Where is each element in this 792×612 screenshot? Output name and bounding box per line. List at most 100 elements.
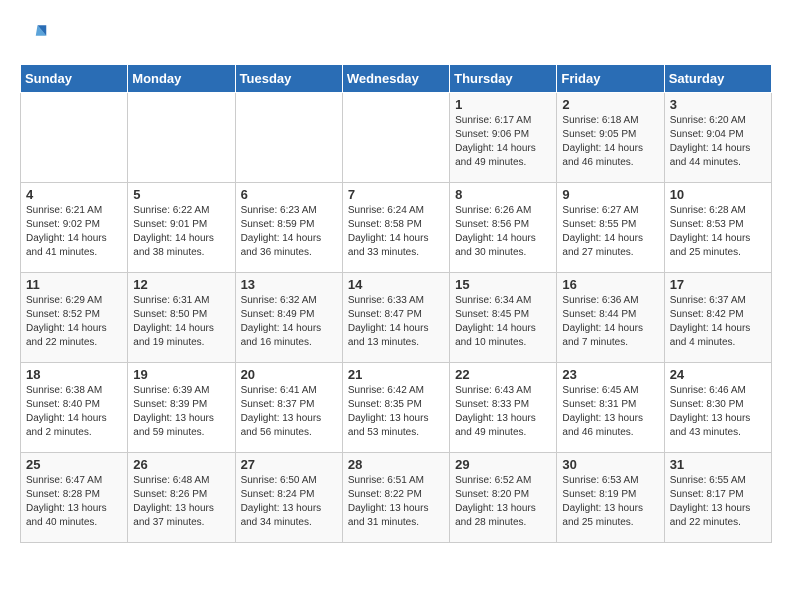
calendar-cell: 9 Sunrise: 6:27 AM Sunset: 8:55 PM Daylig… xyxy=(557,183,664,273)
weekday-header-thursday: Thursday xyxy=(450,65,557,93)
weekday-header-sunday: Sunday xyxy=(21,65,128,93)
cell-info: Sunrise: 6:46 AM Sunset: 8:30 PM Dayligh… xyxy=(670,384,766,440)
day-number: 8 xyxy=(455,187,551,202)
day-number: 19 xyxy=(133,367,229,382)
calendar-cell: 19Sunrise: 6:39 AM Sunset: 8:39 PM Dayli… xyxy=(128,363,235,453)
calendar-cell: 16 Sunrise: 6:36 AM Sunset: 8:44 PM Dayli… xyxy=(557,273,664,363)
calendar-cell: 12 Sunrise: 6:31 AM Sunset: 8:50 PM Dayli… xyxy=(128,273,235,363)
day-number: 6 xyxy=(241,187,337,202)
day-number: 9 xyxy=(562,187,658,202)
cell-info: Sunrise: 6:21 AM Sunset: 9:02 PM Dayligh… xyxy=(26,204,122,260)
cell-info: Sunrise: 6:33 AM Sunset: 8:47 PM Dayligh… xyxy=(348,294,444,350)
day-number: 15 xyxy=(455,277,551,292)
calendar-cell: 7 Sunrise: 6:24 AM Sunset: 8:58 PM Daylig… xyxy=(342,183,449,273)
day-number: 1 xyxy=(455,97,551,112)
day-number: 16 xyxy=(562,277,658,292)
cell-info: Sunrise: 6:18 AM Sunset: 9:05 PM Dayligh… xyxy=(562,114,658,170)
calendar-cell: 11 Sunrise: 6:29 AM Sunset: 8:52 PM Dayli… xyxy=(21,273,128,363)
cell-info: Sunrise: 6:36 AM Sunset: 8:44 PM Dayligh… xyxy=(562,294,658,350)
weekday-header-wednesday: Wednesday xyxy=(342,65,449,93)
weekday-header-saturday: Saturday xyxy=(664,65,771,93)
day-number: 10 xyxy=(670,187,766,202)
calendar-cell: 4Sunrise: 6:21 AM Sunset: 9:02 PM Daylig… xyxy=(21,183,128,273)
calendar-cell: 2 Sunrise: 6:18 AM Sunset: 9:05 PM Daylig… xyxy=(557,93,664,183)
logo xyxy=(20,20,52,48)
cell-info: Sunrise: 6:27 AM Sunset: 8:55 PM Dayligh… xyxy=(562,204,658,260)
cell-info: Sunrise: 6:38 AM Sunset: 8:40 PM Dayligh… xyxy=(26,384,122,440)
cell-info: Sunrise: 6:41 AM Sunset: 8:37 PM Dayligh… xyxy=(241,384,337,440)
calendar-cell: 26Sunrise: 6:48 AM Sunset: 8:26 PM Dayli… xyxy=(128,453,235,543)
calendar-cell: 13 Sunrise: 6:32 AM Sunset: 8:49 PM Dayli… xyxy=(235,273,342,363)
weekday-header-monday: Monday xyxy=(128,65,235,93)
day-number: 14 xyxy=(348,277,444,292)
cell-info: Sunrise: 6:28 AM Sunset: 8:53 PM Dayligh… xyxy=(670,204,766,260)
cell-info: Sunrise: 6:45 AM Sunset: 8:31 PM Dayligh… xyxy=(562,384,658,440)
calendar-cell xyxy=(21,93,128,183)
calendar-cell: 17 Sunrise: 6:37 AM Sunset: 8:42 PM Dayli… xyxy=(664,273,771,363)
calendar-cell: 24 Sunrise: 6:46 AM Sunset: 8:30 PM Dayli… xyxy=(664,363,771,453)
day-number: 11 xyxy=(26,277,122,292)
day-number: 27 xyxy=(241,457,337,472)
cell-info: Sunrise: 6:43 AM Sunset: 8:33 PM Dayligh… xyxy=(455,384,551,440)
day-number: 23 xyxy=(562,367,658,382)
day-number: 29 xyxy=(455,457,551,472)
calendar-cell: 20 Sunrise: 6:41 AM Sunset: 8:37 PM Dayli… xyxy=(235,363,342,453)
calendar-cell xyxy=(128,93,235,183)
cell-info: Sunrise: 6:24 AM Sunset: 8:58 PM Dayligh… xyxy=(348,204,444,260)
day-number: 17 xyxy=(670,277,766,292)
day-number: 24 xyxy=(670,367,766,382)
cell-info: Sunrise: 6:53 AM Sunset: 8:19 PM Dayligh… xyxy=(562,474,658,530)
cell-info: Sunrise: 6:23 AM Sunset: 8:59 PM Dayligh… xyxy=(241,204,337,260)
cell-info: Sunrise: 6:52 AM Sunset: 8:20 PM Dayligh… xyxy=(455,474,551,530)
cell-info: Sunrise: 6:17 AM Sunset: 9:06 PM Dayligh… xyxy=(455,114,551,170)
day-number: 20 xyxy=(241,367,337,382)
calendar-cell: 6 Sunrise: 6:23 AM Sunset: 8:59 PM Daylig… xyxy=(235,183,342,273)
calendar-cell: 5Sunrise: 6:22 AM Sunset: 9:01 PM Daylig… xyxy=(128,183,235,273)
calendar-cell: 18 Sunrise: 6:38 AM Sunset: 8:40 PM Dayli… xyxy=(21,363,128,453)
cell-info: Sunrise: 6:32 AM Sunset: 8:49 PM Dayligh… xyxy=(241,294,337,350)
calendar-table: SundayMondayTuesdayWednesdayThursdayFrid… xyxy=(20,64,772,543)
calendar-cell: 14 Sunrise: 6:33 AM Sunset: 8:47 PM Dayli… xyxy=(342,273,449,363)
day-number: 26 xyxy=(133,457,229,472)
day-number: 25 xyxy=(26,457,122,472)
cell-info: Sunrise: 6:31 AM Sunset: 8:50 PM Dayligh… xyxy=(133,294,229,350)
calendar-cell: 22 Sunrise: 6:43 AM Sunset: 8:33 PM Dayli… xyxy=(450,363,557,453)
cell-info: Sunrise: 6:26 AM Sunset: 8:56 PM Dayligh… xyxy=(455,204,551,260)
day-number: 7 xyxy=(348,187,444,202)
day-number: 3 xyxy=(670,97,766,112)
day-number: 18 xyxy=(26,367,122,382)
calendar-cell: 27 Sunrise: 6:50 AM Sunset: 8:24 PM Dayli… xyxy=(235,453,342,543)
cell-info: Sunrise: 6:20 AM Sunset: 9:04 PM Dayligh… xyxy=(670,114,766,170)
calendar-cell: 15Sunrise: 6:34 AM Sunset: 8:45 PM Dayli… xyxy=(450,273,557,363)
weekday-header-tuesday: Tuesday xyxy=(235,65,342,93)
day-number: 5 xyxy=(133,187,229,202)
day-number: 28 xyxy=(348,457,444,472)
calendar-cell: 1 Sunrise: 6:17 AM Sunset: 9:06 PM Daylig… xyxy=(450,93,557,183)
cell-info: Sunrise: 6:29 AM Sunset: 8:52 PM Dayligh… xyxy=(26,294,122,350)
calendar-cell xyxy=(342,93,449,183)
calendar-cell: 25 Sunrise: 6:47 AM Sunset: 8:28 PM Dayli… xyxy=(21,453,128,543)
day-number: 13 xyxy=(241,277,337,292)
cell-info: Sunrise: 6:37 AM Sunset: 8:42 PM Dayligh… xyxy=(670,294,766,350)
calendar-cell: 29 Sunrise: 6:52 AM Sunset: 8:20 PM Dayli… xyxy=(450,453,557,543)
day-number: 21 xyxy=(348,367,444,382)
day-number: 30 xyxy=(562,457,658,472)
calendar-cell: 21Sunrise: 6:42 AM Sunset: 8:35 PM Dayli… xyxy=(342,363,449,453)
calendar-cell: 30 Sunrise: 6:53 AM Sunset: 8:19 PM Dayli… xyxy=(557,453,664,543)
cell-info: Sunrise: 6:50 AM Sunset: 8:24 PM Dayligh… xyxy=(241,474,337,530)
cell-info: Sunrise: 6:47 AM Sunset: 8:28 PM Dayligh… xyxy=(26,474,122,530)
weekday-header-friday: Friday xyxy=(557,65,664,93)
header xyxy=(20,20,772,48)
cell-info: Sunrise: 6:51 AM Sunset: 8:22 PM Dayligh… xyxy=(348,474,444,530)
logo-icon xyxy=(20,20,48,48)
calendar-cell: 10 Sunrise: 6:28 AM Sunset: 8:53 PM Dayli… xyxy=(664,183,771,273)
cell-info: Sunrise: 6:55 AM Sunset: 8:17 PM Dayligh… xyxy=(670,474,766,530)
day-number: 31 xyxy=(670,457,766,472)
calendar-cell: 31 Sunrise: 6:55 AM Sunset: 8:17 PM Dayli… xyxy=(664,453,771,543)
calendar-cell xyxy=(235,93,342,183)
calendar-cell: 23 Sunrise: 6:45 AM Sunset: 8:31 PM Dayli… xyxy=(557,363,664,453)
day-number: 12 xyxy=(133,277,229,292)
day-number: 22 xyxy=(455,367,551,382)
calendar-cell: 28 Sunrise: 6:51 AM Sunset: 8:22 PM Dayli… xyxy=(342,453,449,543)
day-number: 2 xyxy=(562,97,658,112)
